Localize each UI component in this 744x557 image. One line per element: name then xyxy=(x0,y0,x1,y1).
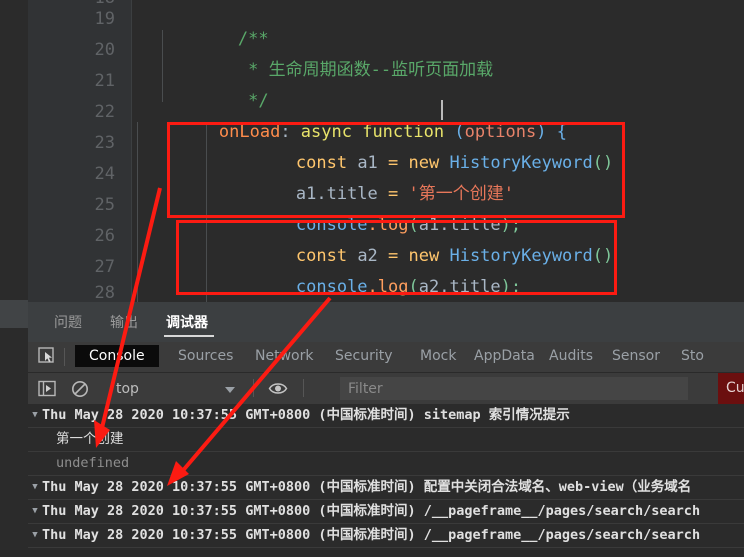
semicolon-token: ; xyxy=(510,277,522,297)
code-line-27: console.log(a2.title); xyxy=(214,257,521,302)
devtools-tab-sensor[interactable]: Sensor xyxy=(610,348,662,364)
console-sidebar-toggle-icon[interactable] xyxy=(38,380,56,401)
devtools-tab-network[interactable]: Network xyxy=(253,348,315,364)
paren-close-token: ) xyxy=(500,277,511,297)
console-row-undefined[interactable]: undefined xyxy=(28,452,744,476)
toolbar-divider xyxy=(303,379,304,397)
line-number: 27 xyxy=(94,257,115,277)
line-number: 24 xyxy=(94,164,115,184)
expand-triangle-icon[interactable]: ▼ xyxy=(28,476,42,499)
console-row-text: Thu May 28 2020 10:37:55 GMT+0800 (中国标准时… xyxy=(42,503,701,519)
inspect-element-icon[interactable] xyxy=(38,347,56,365)
devtools-tab-console[interactable]: Console xyxy=(75,345,159,367)
console-row-text: Thu May 28 2020 10:37:55 GMT+0800 (中国标准时… xyxy=(42,527,701,543)
log-method-token: log xyxy=(377,277,409,297)
text-caret xyxy=(441,100,443,120)
ide-bottom-tabstrip: 问题 输出 调试器 xyxy=(28,302,744,343)
line-number: 20 xyxy=(94,40,115,60)
devtools-panel: 问题 输出 调试器 Console Sources Network Securi… xyxy=(28,302,744,557)
activity-rail-active-item[interactable] xyxy=(0,300,28,328)
chevron-down-icon[interactable] xyxy=(225,387,235,393)
line-number: 19 xyxy=(94,9,115,29)
devtools-inner: Console Sources Network Security Mock Ap… xyxy=(28,342,744,557)
paren-open-token: ( xyxy=(408,277,419,297)
console-row-group[interactable]: ▼ Thu May 28 2020 10:37:55 GMT+0800 (中国标准… xyxy=(28,476,744,500)
console-toolbar: top Custom xyxy=(28,373,744,405)
toolbar-divider xyxy=(253,379,254,397)
console-row-log[interactable]: 第一个创建 xyxy=(28,428,744,452)
ide-tab-output[interactable]: 输出 xyxy=(110,312,138,332)
line-number: 22 xyxy=(94,102,115,122)
line-number: 18 xyxy=(55,0,115,8)
console-row-group[interactable]: ▼ Thu May 28 2020 10:37:55 GMT+0800 (中国标准… xyxy=(28,404,744,428)
expand-triangle-icon[interactable]: ▼ xyxy=(28,500,42,523)
ide-tab-active-underline xyxy=(164,335,214,337)
argument-token: a2.title xyxy=(418,277,501,297)
screenshot-root: 18 19 20 21 22 23 24 25 26 27 28 /** * 生… xyxy=(0,0,744,557)
console-filter-input[interactable] xyxy=(340,377,688,400)
line-number: 21 xyxy=(94,71,115,91)
custom-levels-button[interactable]: Custom xyxy=(718,373,744,404)
devtools-tab-security[interactable]: Security xyxy=(333,348,395,364)
expand-triangle-icon[interactable]: ▼ xyxy=(28,404,42,427)
clear-console-icon[interactable] xyxy=(71,380,89,402)
ide-tab-debugger[interactable]: 调试器 xyxy=(166,312,208,332)
console-row-group[interactable]: ▼ Thu May 28 2020 10:37:55 GMT+0800 (中国标准… xyxy=(28,500,744,524)
line-number: 26 xyxy=(94,226,115,246)
line-number: 28 xyxy=(94,283,115,302)
console-row-text: Thu May 28 2020 10:37:55 GMT+0800 (中国标准时… xyxy=(42,407,570,423)
activity-rail xyxy=(0,0,29,557)
expand-triangle-icon[interactable]: ▼ xyxy=(28,524,42,547)
ide-tab-problems[interactable]: 问题 xyxy=(54,312,82,332)
editor-gutter: 18 19 20 21 22 23 24 25 26 27 28 xyxy=(28,0,132,302)
toolbar-divider xyxy=(64,348,65,366)
devtools-tab-storage[interactable]: Sto xyxy=(679,348,706,364)
parens-token: () xyxy=(592,153,614,173)
dot-token: . xyxy=(367,277,378,297)
line-number: 25 xyxy=(94,195,115,215)
devtools-tab-appdata[interactable]: AppData xyxy=(472,348,537,364)
parens-token: () xyxy=(592,246,614,266)
comment-text-cn: 生命周期函数--监听页面加载 xyxy=(268,60,494,80)
code-text-area[interactable]: /** * 生命周期函数--监听页面加载 */ onLoad: async fu… xyxy=(132,0,744,302)
console-object-token: console xyxy=(295,277,368,297)
code-editor[interactable]: 18 19 20 21 22 23 24 25 26 27 28 /** * 生… xyxy=(28,0,744,302)
console-row-text: 第一个创建 xyxy=(56,431,124,447)
devtools-tab-sources[interactable]: Sources xyxy=(176,348,235,364)
devtools-tabbar: Console Sources Network Security Mock Ap… xyxy=(28,342,744,373)
eye-icon[interactable] xyxy=(268,380,288,401)
devtools-tab-audits[interactable]: Audits xyxy=(547,348,595,364)
console-row-text: Thu May 28 2020 10:37:55 GMT+0800 (中国标准时… xyxy=(42,479,692,495)
line-number: 23 xyxy=(94,133,115,153)
execution-context-label[interactable]: top xyxy=(116,381,139,397)
console-row-group[interactable]: ▼ Thu May 28 2020 10:37:55 GMT+0800 (中国标准… xyxy=(28,524,744,548)
devtools-tab-mock[interactable]: Mock xyxy=(418,348,458,364)
console-row-text: undefined xyxy=(56,455,130,471)
console-message-list[interactable]: ▼ Thu May 28 2020 10:37:55 GMT+0800 (中国标准… xyxy=(28,404,744,557)
